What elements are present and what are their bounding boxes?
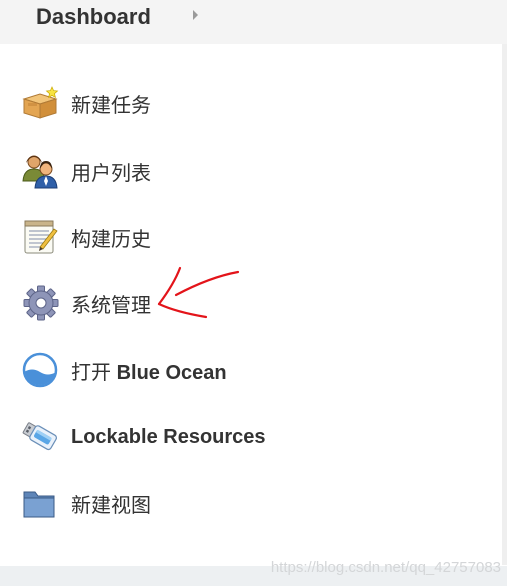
users-icon bbox=[20, 151, 60, 191]
sidebar-item-open-blue-ocean[interactable]: 打开 Blue Ocean bbox=[20, 350, 460, 390]
open-prefix-text: 打开 bbox=[71, 361, 111, 384]
sidebar-item-label: 用户列表 bbox=[71, 162, 151, 185]
panel-right-border bbox=[502, 44, 507, 565]
sidebar-item-new-view[interactable]: 新建视图 bbox=[20, 483, 460, 523]
sidebar-item-people[interactable]: 用户列表 bbox=[20, 151, 460, 191]
breadcrumb-bar: Dashboard bbox=[0, 0, 507, 44]
annotation-arrow-icon bbox=[157, 266, 240, 319]
breadcrumb-dashboard-link[interactable]: Dashboard bbox=[36, 4, 151, 30]
sidebar-item-new-item[interactable]: 新建任务 bbox=[20, 83, 460, 123]
sidebar-item-lockable-resources[interactable]: Lockable Resources bbox=[20, 417, 460, 457]
blue-ocean-text: Blue Ocean bbox=[116, 361, 227, 384]
watermark-text: https://blog.csdn.net/qq_42757083 bbox=[270, 559, 501, 576]
new-item-box-icon bbox=[20, 83, 60, 123]
sidebar-item-label: 新建视图 bbox=[71, 494, 151, 517]
sidebar-item-build-history[interactable]: 构建历史 bbox=[20, 217, 460, 257]
sidebar-item-label: Lockable Resources bbox=[71, 425, 266, 448]
chevron-right-icon[interactable] bbox=[193, 10, 198, 20]
sidebar-item-label: 新建任务 bbox=[71, 94, 151, 117]
blue-ocean-icon bbox=[20, 350, 60, 390]
sidebar-item-label: 构建历史 bbox=[71, 228, 151, 251]
folder-icon bbox=[20, 483, 60, 523]
sidebar-item-label: 系统管理 bbox=[71, 294, 151, 317]
usb-drive-icon bbox=[20, 417, 60, 457]
sidebar-item-label: 打开 Blue Ocean bbox=[71, 356, 227, 385]
gear-icon bbox=[20, 283, 60, 323]
notepad-icon bbox=[20, 217, 60, 257]
